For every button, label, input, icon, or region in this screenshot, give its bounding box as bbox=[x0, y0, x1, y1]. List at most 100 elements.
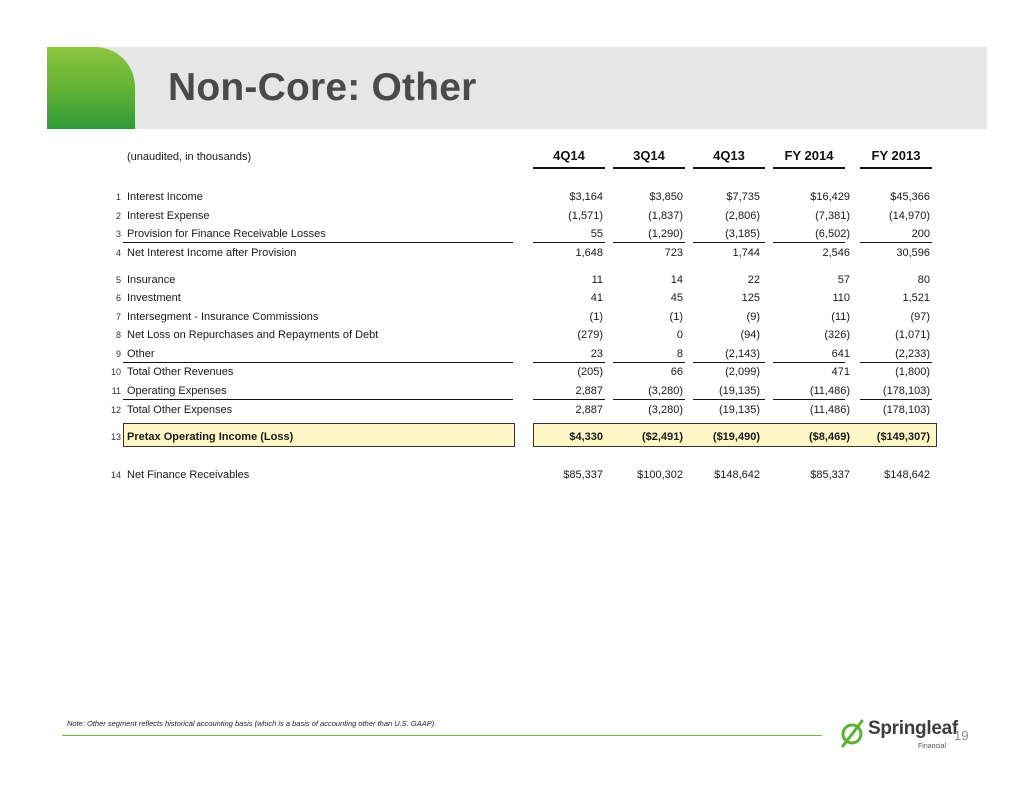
table-cell: (11) bbox=[831, 311, 850, 323]
table-cell: (6,502) bbox=[815, 228, 850, 240]
table-cell: 110 bbox=[832, 292, 850, 304]
subtotal-rule bbox=[773, 242, 845, 243]
table-cell: (94) bbox=[740, 329, 760, 341]
row-number: 2 bbox=[115, 211, 121, 221]
page-number: 19 bbox=[954, 728, 969, 743]
table-cell: 80 bbox=[917, 274, 930, 286]
row-number: 1 bbox=[115, 192, 121, 202]
table-cell: $16,429 bbox=[810, 191, 850, 203]
table-cell: (1,571) bbox=[568, 210, 603, 222]
row-number: 11 bbox=[111, 386, 121, 396]
table-cell: (2,806) bbox=[725, 210, 760, 222]
row-number: 7 bbox=[115, 312, 121, 322]
row-label: Net Finance Receivables bbox=[127, 469, 250, 481]
subtotal-rule bbox=[123, 242, 513, 243]
footnote: Note: Other segment reflects historical … bbox=[67, 719, 437, 728]
row-label: Pretax Operating Income (Loss) bbox=[127, 431, 294, 443]
table-cell: (11,486) bbox=[809, 404, 850, 416]
table-cell: (326) bbox=[824, 329, 850, 341]
column-header: 4Q14 bbox=[553, 148, 585, 163]
table-cell: (205) bbox=[577, 366, 603, 378]
table-cell: (7,381) bbox=[815, 210, 850, 222]
table-cell: $3,164 bbox=[569, 191, 603, 203]
table-cell: 11 bbox=[591, 274, 603, 286]
table-cell: 1,744 bbox=[732, 247, 760, 259]
table-cell: (3,185) bbox=[725, 228, 760, 240]
table-cell: 1,521 bbox=[902, 292, 930, 304]
table-cell: ($19,490) bbox=[712, 431, 760, 443]
table-cell: $4,330 bbox=[569, 431, 603, 443]
table-cell: (2,143) bbox=[725, 348, 760, 360]
row-number: 3 bbox=[115, 229, 121, 239]
footer-rule bbox=[62, 735, 822, 736]
table-cell: 23 bbox=[590, 348, 603, 360]
subtotal-rule bbox=[860, 242, 932, 243]
table-cell: $148,642 bbox=[884, 469, 930, 481]
table-cell: 1,648 bbox=[575, 247, 603, 259]
subtotal-rule bbox=[613, 242, 685, 243]
table-cell: (11,486) bbox=[809, 385, 850, 397]
table-cell: (19,135) bbox=[719, 404, 760, 416]
subtotal-rule bbox=[613, 399, 685, 400]
row-number: 8 bbox=[115, 330, 121, 340]
column-header: 3Q14 bbox=[633, 148, 665, 163]
row-number: 14 bbox=[110, 470, 121, 480]
row-number: 10 bbox=[110, 367, 121, 377]
row-number: 5 bbox=[115, 275, 121, 285]
subtotal-rule bbox=[860, 399, 932, 400]
row-label: Interest Income bbox=[127, 191, 203, 203]
row-label: Total Other Expenses bbox=[127, 404, 233, 416]
row-label: Total Other Revenues bbox=[127, 366, 234, 378]
column-header: 4Q13 bbox=[713, 148, 745, 163]
column-header-rule bbox=[860, 167, 932, 169]
column-header-rule bbox=[613, 167, 685, 169]
subtotal-rule bbox=[693, 399, 765, 400]
row-label: Operating Expenses bbox=[127, 385, 227, 397]
table-cell: 641 bbox=[831, 348, 850, 360]
table-cell: ($8,469) bbox=[809, 431, 850, 443]
table-cell: (1) bbox=[589, 311, 603, 323]
subtotal-rule bbox=[860, 362, 932, 363]
table-cell: 57 bbox=[837, 274, 850, 286]
table-cell: (9) bbox=[746, 311, 760, 323]
row-label: Intersegment - Insurance Commissions bbox=[127, 311, 319, 323]
row-label: Net Loss on Repurchases and Repayments o… bbox=[127, 329, 379, 341]
column-header-rule bbox=[773, 167, 845, 169]
logo-subtitle: Financial bbox=[918, 743, 947, 750]
table-cell: 2,887 bbox=[575, 385, 603, 397]
table-cell: 41 bbox=[590, 292, 603, 304]
subtotal-rule bbox=[693, 242, 765, 243]
subtotal-rule bbox=[693, 362, 765, 363]
table-cell: ($149,307) bbox=[876, 431, 930, 443]
subtotal-rule bbox=[533, 399, 605, 400]
table-cell: (1,071) bbox=[895, 329, 930, 341]
table-cell: 55 bbox=[590, 228, 603, 240]
row-number: 9 bbox=[115, 349, 121, 359]
logo-wordmark: Springleaf bbox=[868, 718, 958, 739]
row-number: 6 bbox=[115, 293, 121, 303]
financial-table: (unaudited, in thousands) 4Q14 3Q14 4Q13 FY… bbox=[0, 0, 1034, 799]
table-cell: (2,233) bbox=[895, 348, 930, 360]
table-cell: $85,337 bbox=[563, 469, 603, 481]
table-cell: 2,887 bbox=[575, 404, 603, 416]
row-label: Interest Expense bbox=[127, 210, 210, 222]
table-cell: $7,735 bbox=[726, 191, 760, 203]
leaf-logo-icon bbox=[841, 719, 864, 748]
table-cell: 22 bbox=[747, 274, 760, 286]
column-header-rule bbox=[533, 167, 605, 169]
table-cell: (97) bbox=[910, 311, 930, 323]
subtotal-rule bbox=[773, 399, 845, 400]
row-label: Provision for Finance Receivable Losses bbox=[127, 228, 326, 240]
column-header: FY 2013 bbox=[871, 148, 921, 163]
table-cell: (19,135) bbox=[719, 385, 760, 397]
table-cell: 471 bbox=[831, 366, 850, 378]
column-header-rule bbox=[693, 167, 765, 169]
table-cell: 2,546 bbox=[822, 247, 850, 259]
table-caption: (unaudited, in thousands) bbox=[127, 151, 252, 163]
table-cell: (279) bbox=[577, 329, 603, 341]
row-label: Net Interest Income after Provision bbox=[127, 247, 297, 259]
table-cell: 30,596 bbox=[896, 247, 930, 259]
row-label: Other bbox=[127, 348, 155, 360]
table-cell: (1,800) bbox=[895, 366, 930, 378]
row-label: Insurance bbox=[127, 274, 176, 286]
